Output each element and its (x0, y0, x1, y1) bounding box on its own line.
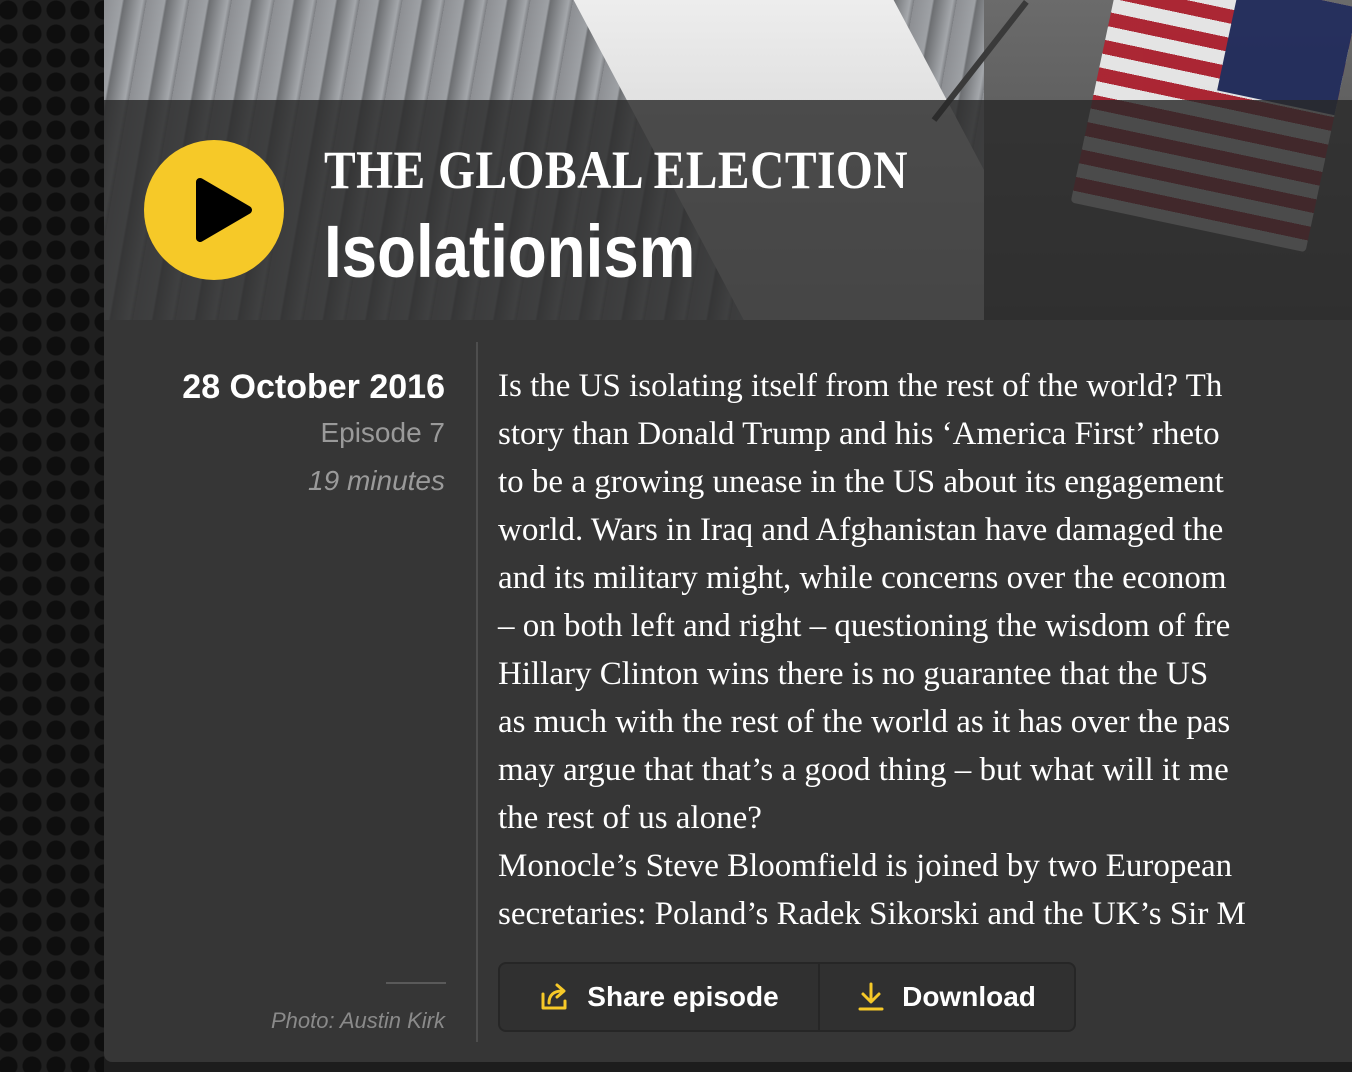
description-line: world. Wars in Iraq and Afghanistan have… (498, 512, 1224, 548)
series-title: THE GLOBAL ELECTION (324, 140, 909, 200)
share-episode-button[interactable]: Share episode (500, 964, 820, 1030)
description-line: secretaries: Poland’s Radek Sikorski and… (498, 896, 1246, 932)
share-episode-label: Share episode (587, 981, 779, 1012)
share-icon (541, 983, 567, 1010)
hero-image: THE GLOBAL ELECTION Isolationism (104, 0, 1352, 320)
episode-date: 28 October 2016 (182, 368, 445, 406)
download-icon (858, 982, 884, 1011)
description-line: to be a growing unease in the US about i… (498, 464, 1224, 500)
play-button[interactable] (144, 140, 284, 280)
episode-actions: Share episode Download (498, 962, 1076, 1032)
episode-title: Isolationism (324, 210, 696, 293)
download-button[interactable]: Download (820, 964, 1074, 1030)
description-line: – on both left and right – questioning t… (498, 608, 1231, 644)
dotted-background (0, 0, 104, 1072)
download-label: Download (902, 981, 1036, 1012)
description-line: Is the US isolating itself from the rest… (498, 368, 1223, 404)
column-divider (476, 342, 478, 1042)
episode-number: Episode 7 (320, 417, 445, 448)
description-line: Hillary Clinton wins there is no guarant… (498, 656, 1209, 692)
description-line: Monocle’s Steve Bloomfield is joined by … (498, 848, 1233, 884)
hero-overlay (104, 100, 1352, 320)
episode-duration: 19 minutes (308, 465, 445, 496)
description-line: and its military might, while concerns o… (498, 560, 1227, 596)
description-line: the rest of us alone? (498, 800, 762, 836)
play-icon (196, 178, 252, 242)
episode-card: THE GLOBAL ELECTION Isolationism 28 Octo… (104, 0, 1352, 1062)
episode-description: Is the US isolating itself from the rest… (498, 362, 1352, 938)
meta-divider (386, 982, 446, 984)
photo-credit: Photo: Austin Kirk (270, 1008, 445, 1033)
description-line: as much with the rest of the world as it… (498, 704, 1231, 740)
description-line: story than Donald Trump and his ‘America… (498, 416, 1220, 452)
description-line: may argue that that’s a good thing – but… (498, 752, 1229, 788)
